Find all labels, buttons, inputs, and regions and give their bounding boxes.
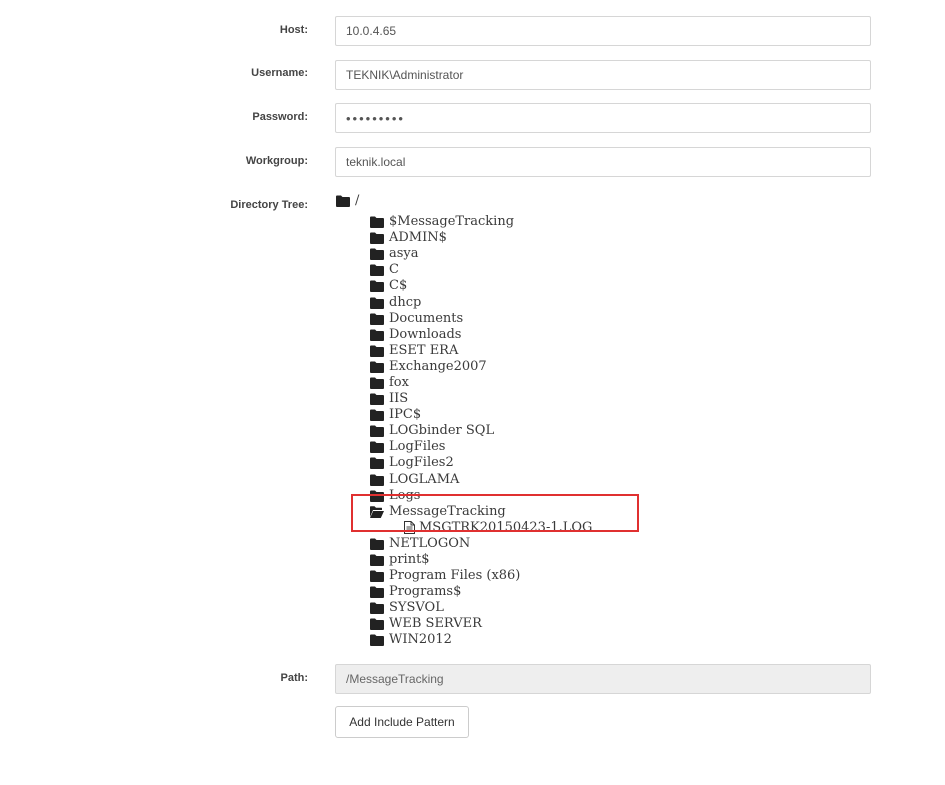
- tree-folder-item[interactable]: print$: [370, 552, 592, 568]
- host-input[interactable]: [335, 16, 871, 46]
- folder-icon: [370, 570, 384, 583]
- tree-folder-label: print$: [389, 552, 430, 568]
- folder-icon: [370, 441, 384, 454]
- tree-folder-label: C$: [389, 278, 408, 294]
- tree-folder-label: $MessageTracking: [389, 214, 515, 230]
- folder-icon: [370, 232, 384, 245]
- folder-icon: [370, 297, 384, 309]
- tree-folder-label: ESET ERA: [389, 342, 459, 358]
- folder-icon: [370, 634, 384, 647]
- tree-folder-item[interactable]: $MessageTracking: [370, 214, 592, 230]
- tree-folder-label: WEB SERVER: [389, 616, 482, 632]
- folder-icon: [370, 602, 384, 615]
- folder-icon: [370, 345, 384, 357]
- tree-folder-item[interactable]: Exchange2007: [370, 359, 592, 375]
- tree-folder-label: LogFiles: [389, 439, 446, 455]
- tree-folder-label: ADMIN$: [389, 230, 447, 246]
- tree-folder-label: WIN2012: [389, 632, 452, 648]
- folder-icon: [370, 409, 384, 422]
- tree-folder-item[interactable]: Logs: [370, 488, 592, 504]
- folder-icon: [370, 490, 384, 502]
- tree-folder-label: C: [389, 262, 399, 278]
- folder-icon: [370, 393, 384, 406]
- folder-icon: [370, 457, 384, 470]
- tree-folder-item[interactable]: dhcp: [370, 294, 592, 310]
- folder-icon: [370, 280, 384, 293]
- tree-folder-label: IPC$: [389, 407, 422, 423]
- folder-icon: [370, 361, 384, 373]
- tree-folder-label: Documents: [389, 310, 464, 326]
- tree-folder-item[interactable]: LOGbinder SQL: [370, 423, 592, 439]
- folder-icon: [370, 329, 384, 341]
- tree-folder-item[interactable]: Downloads: [370, 327, 592, 343]
- tree-folder-item[interactable]: Programs$: [370, 584, 592, 600]
- tree-folder-item[interactable]: MessageTracking: [370, 504, 592, 520]
- tree-folder-item[interactable]: Documents: [370, 311, 592, 327]
- tree-folder-label: MessageTracking: [389, 503, 506, 519]
- folder-icon: [370, 474, 384, 486]
- tree-folder-item[interactable]: C$: [370, 278, 592, 294]
- path-label: Path:: [280, 672, 309, 684]
- tree-folder-item[interactable]: LogFiles: [370, 439, 592, 455]
- tree-file-label: MSGTRK20150423-1.LOG: [419, 519, 593, 535]
- password-input[interactable]: [335, 103, 871, 133]
- tree-folder-item[interactable]: NETLOGON: [370, 536, 592, 552]
- tree-folder-item[interactable]: WIN2012: [370, 632, 592, 648]
- folder-icon: [370, 586, 384, 599]
- file-icon: [404, 521, 415, 535]
- tree-folder-label: IIS: [389, 391, 409, 407]
- tree-folder-item[interactable]: Program Files (x86): [370, 568, 592, 584]
- folder-icon: [370, 216, 384, 229]
- directory-tree-label: Directory Tree:: [230, 199, 308, 211]
- tree-folder-item[interactable]: LogFiles2: [370, 455, 592, 471]
- tree-folder-item[interactable]: asya: [370, 246, 592, 262]
- tree-folder-item[interactable]: IIS: [370, 391, 592, 407]
- tree-children: $MessageTracking ADMIN$ asya C C$ dhcp Documen…: [370, 214, 592, 649]
- folder-icon: [336, 195, 350, 207]
- folder-icon: [370, 264, 384, 277]
- tree-file-item[interactable]: MSGTRK20150423-1.LOG: [404, 520, 592, 536]
- path-input[interactable]: [335, 664, 871, 694]
- tree-folder-label: LOGLAMA: [389, 471, 460, 487]
- tree-folder-item[interactable]: C: [370, 262, 592, 278]
- folder-icon: [370, 554, 384, 567]
- tree-folder-item[interactable]: SYSVOL: [370, 600, 592, 616]
- tree-folder-label: LogFiles2: [389, 455, 454, 471]
- tree-folder-item[interactable]: WEB SERVER: [370, 616, 592, 632]
- tree-folder-label: Programs$: [389, 584, 462, 600]
- tree-folder-label: NETLOGON: [389, 535, 471, 551]
- tree-folder-item[interactable]: ADMIN$: [370, 230, 592, 246]
- workgroup-label: Workgroup:: [245, 155, 308, 167]
- tree-folder-item[interactable]: IPC$: [370, 407, 592, 423]
- add-include-pattern-button[interactable]: Add Include Pattern: [335, 706, 469, 738]
- tree-folder-item[interactable]: fox: [370, 375, 592, 391]
- tree-folder-label: Exchange2007: [389, 358, 487, 374]
- workgroup-input[interactable]: [335, 147, 871, 177]
- folder-icon: [370, 248, 384, 261]
- tree-folder-label: Logs: [389, 487, 421, 503]
- tree-folder-label: dhcp: [389, 294, 422, 310]
- tree-root-label: /: [355, 193, 360, 208]
- tree-root[interactable]: /: [336, 192, 592, 210]
- directory-tree: / $MessageTracking ADMIN$ asya C C$ dhcp Docum…: [336, 192, 592, 649]
- username-input[interactable]: [335, 60, 871, 90]
- folder-icon: [370, 425, 384, 438]
- folder-open-icon: [370, 506, 384, 518]
- tree-folder-item[interactable]: ESET ERA: [370, 343, 592, 359]
- tree-folder-label: LOGbinder SQL: [389, 423, 495, 439]
- password-label: Password:: [252, 111, 308, 123]
- username-label: Username:: [251, 67, 308, 79]
- tree-folder-label: Downloads: [389, 326, 462, 342]
- tree-folder-label: Program Files (x86): [389, 568, 521, 584]
- tree-folder-item[interactable]: LOGLAMA: [370, 472, 592, 488]
- tree-folder-label: fox: [389, 374, 409, 390]
- host-label: Host:: [279, 24, 308, 36]
- tree-folder-label: asya: [389, 246, 419, 262]
- folder-icon: [370, 377, 384, 389]
- folder-icon: [370, 618, 384, 631]
- folder-icon: [370, 538, 384, 550]
- folder-icon: [370, 313, 384, 325]
- tree-folder-label: SYSVOL: [389, 600, 444, 616]
